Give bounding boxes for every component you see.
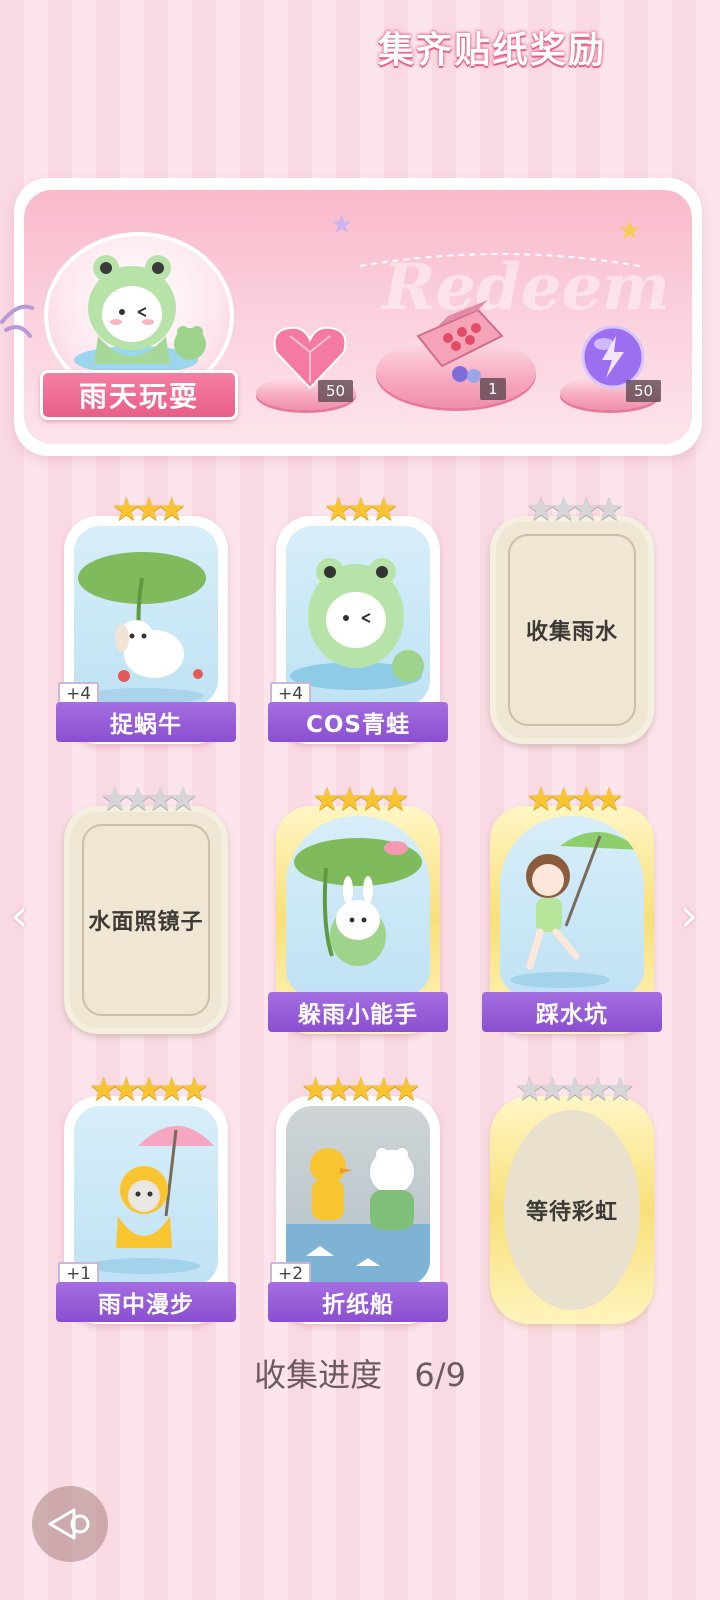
star-rating: ★★★ <box>111 490 186 528</box>
back-arrow-icon <box>48 1508 90 1540</box>
star-rating: ★★★★ <box>100 780 198 818</box>
sticker-card[interactable]: ★★★★ 踩水坑 <box>482 780 662 1034</box>
star-rating: ★★★★ <box>526 780 624 818</box>
cat-with-umbrella-icon <box>88 1126 214 1274</box>
locked-sticker-card[interactable]: 收集雨水 ★★★★ <box>490 490 654 744</box>
sticker-art <box>286 1106 430 1286</box>
progress-label: 收集进度 <box>254 1356 383 1394</box>
duck-and-bear-paper-boats-icon <box>286 1148 430 1286</box>
swirl-decoration-icon <box>0 304 34 338</box>
gift-box-icon[interactable] <box>408 296 508 386</box>
back-button[interactable] <box>32 1486 108 1562</box>
cat-in-frog-hood-icon <box>290 558 424 690</box>
sticker-label: COS青蛙 <box>268 702 448 742</box>
locked-sticker-card[interactable]: 等待彩虹 ★★★★★ <box>490 1070 654 1324</box>
locked-sticker-label: 收集雨水 <box>525 620 618 645</box>
sticker-art <box>286 816 430 996</box>
sticker-label: 踩水坑 <box>482 992 662 1032</box>
girl-with-frog-umbrella-icon <box>510 831 640 988</box>
locked-sticker-card[interactable]: 水面照镜子 ★★★★ <box>64 780 228 1034</box>
star-rating: ★★★★ <box>312 780 410 818</box>
star-rating: ★★★ <box>323 490 398 528</box>
progress-value: 6/9 <box>414 1356 466 1394</box>
star-rating: ★★★★★ <box>301 1070 420 1108</box>
theme-name: 雨天玩耍 <box>78 380 199 413</box>
sticker-art <box>74 526 218 706</box>
banner-title-pill: 集齐贴纸奖励 <box>358 20 626 74</box>
star-rating: ★★★★★ <box>515 1070 634 1108</box>
sticker-card[interactable]: ★★★ +4 COS青蛙 <box>268 490 448 744</box>
previous-page-arrow-icon[interactable]: ‹ <box>10 888 28 942</box>
bunny-frog-with-leaf-icon <box>294 838 422 966</box>
lavender-star-icon: ★ <box>330 210 354 240</box>
reward-count: 50 <box>626 380 662 402</box>
sticker-card[interactable]: ★★★ +4 捉蜗牛 <box>56 490 236 744</box>
sticker-art <box>74 1106 218 1286</box>
sticker-card[interactable]: ★★★★★ +2 折纸船 <box>268 1070 448 1324</box>
reward-count: 1 <box>480 378 506 400</box>
sticker-label: 折纸船 <box>268 1282 448 1322</box>
sticker-label: 捉蜗牛 <box>56 702 236 742</box>
sticker-label: 躲雨小能手 <box>268 992 448 1032</box>
locked-sticker-label: 水面照镜子 <box>88 910 204 935</box>
dashed-arc-decoration <box>359 253 641 267</box>
next-page-arrow-icon[interactable]: › <box>680 888 698 942</box>
star-rating: ★★★★★ <box>89 1070 208 1108</box>
reward-count: 50 <box>318 380 354 402</box>
theme-name-plate: 雨天玩耍 <box>40 370 238 420</box>
sticker-label: 雨中漫步 <box>56 1282 236 1322</box>
star-rating: ★★★★ <box>526 490 624 528</box>
locked-sticker-label: 等待彩虹 <box>525 1200 618 1225</box>
banner-title: 集齐贴纸奖励 <box>377 30 606 71</box>
sticker-card[interactable]: ★★★★ 躲雨小能手 <box>268 780 448 1034</box>
sticker-art <box>500 816 644 996</box>
collection-progress: 收集进度 6/9 <box>0 1350 720 1396</box>
puppy-under-leaf-icon <box>78 552 206 704</box>
sticker-art <box>286 526 430 706</box>
sticker-card[interactable]: ★★★★★ +1 雨中漫步 <box>56 1070 236 1324</box>
yellow-star-icon: ★ <box>618 216 642 246</box>
